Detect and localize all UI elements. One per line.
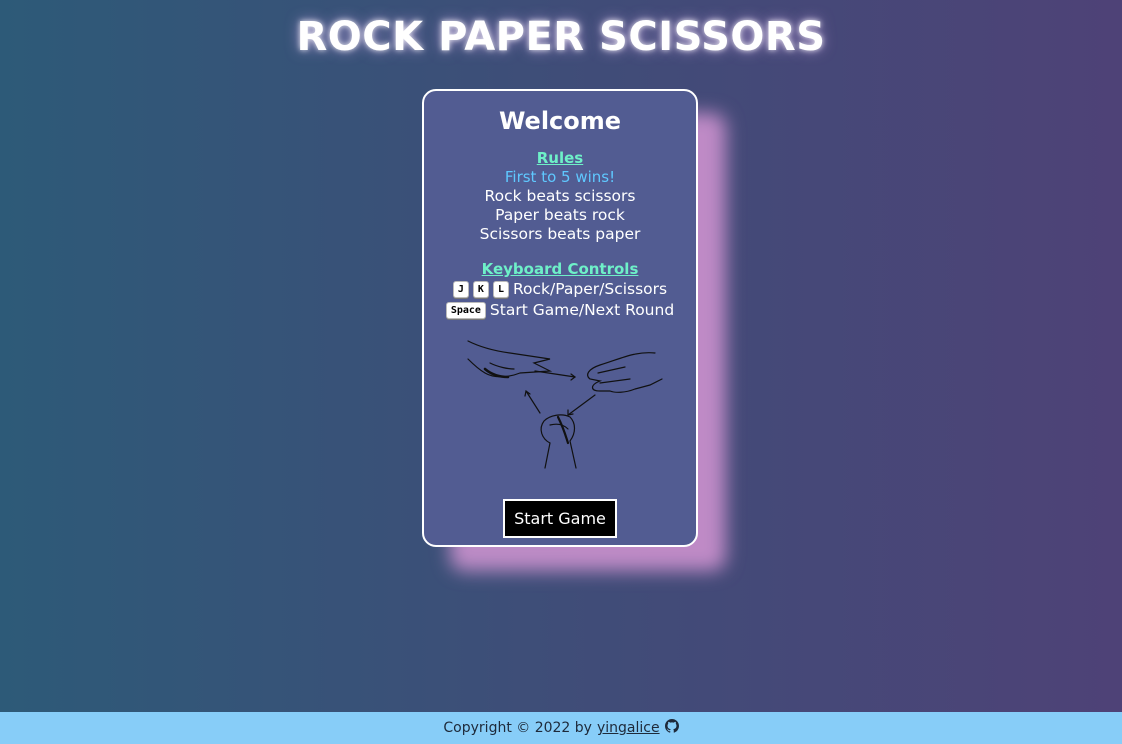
keyboard-controls-title: Keyboard Controls <box>481 260 639 278</box>
page-title: ROCK PAPER SCISSORS <box>296 14 826 60</box>
rules-title: Rules <box>536 149 584 167</box>
key-space: Space <box>445 302 486 319</box>
start-game-button[interactable]: Start Game <box>503 499 617 538</box>
key-j: J <box>452 281 469 298</box>
github-icon[interactable] <box>664 719 679 737</box>
rules-highlight: First to 5 wins! <box>504 168 616 186</box>
rule-line: Scissors beats paper <box>479 225 641 243</box>
welcome-card: Welcome Rules First to 5 wins! Rock beat… <box>422 89 698 547</box>
rps-keys-description: Rock/Paper/Scissors <box>512 280 668 298</box>
space-key-row: Space Start Game/Next Round <box>424 300 696 321</box>
rule-line: Rock beats scissors <box>484 187 636 205</box>
rps-keys-row: J K L Rock/Paper/Scissors <box>424 279 696 300</box>
space-key-description: Start Game/Next Round <box>489 301 675 319</box>
author-link[interactable]: yingalice <box>597 720 660 736</box>
key-l: L <box>492 281 509 298</box>
copyright-text: Copyright © 2022 by <box>443 720 592 736</box>
rock-paper-scissors-hands-illustration <box>467 340 663 469</box>
footer: Copyright © 2022 by yingalice <box>0 712 1122 744</box>
welcome-heading: Welcome <box>498 107 622 135</box>
rule-line: Paper beats rock <box>495 206 625 224</box>
key-k: K <box>472 281 489 298</box>
